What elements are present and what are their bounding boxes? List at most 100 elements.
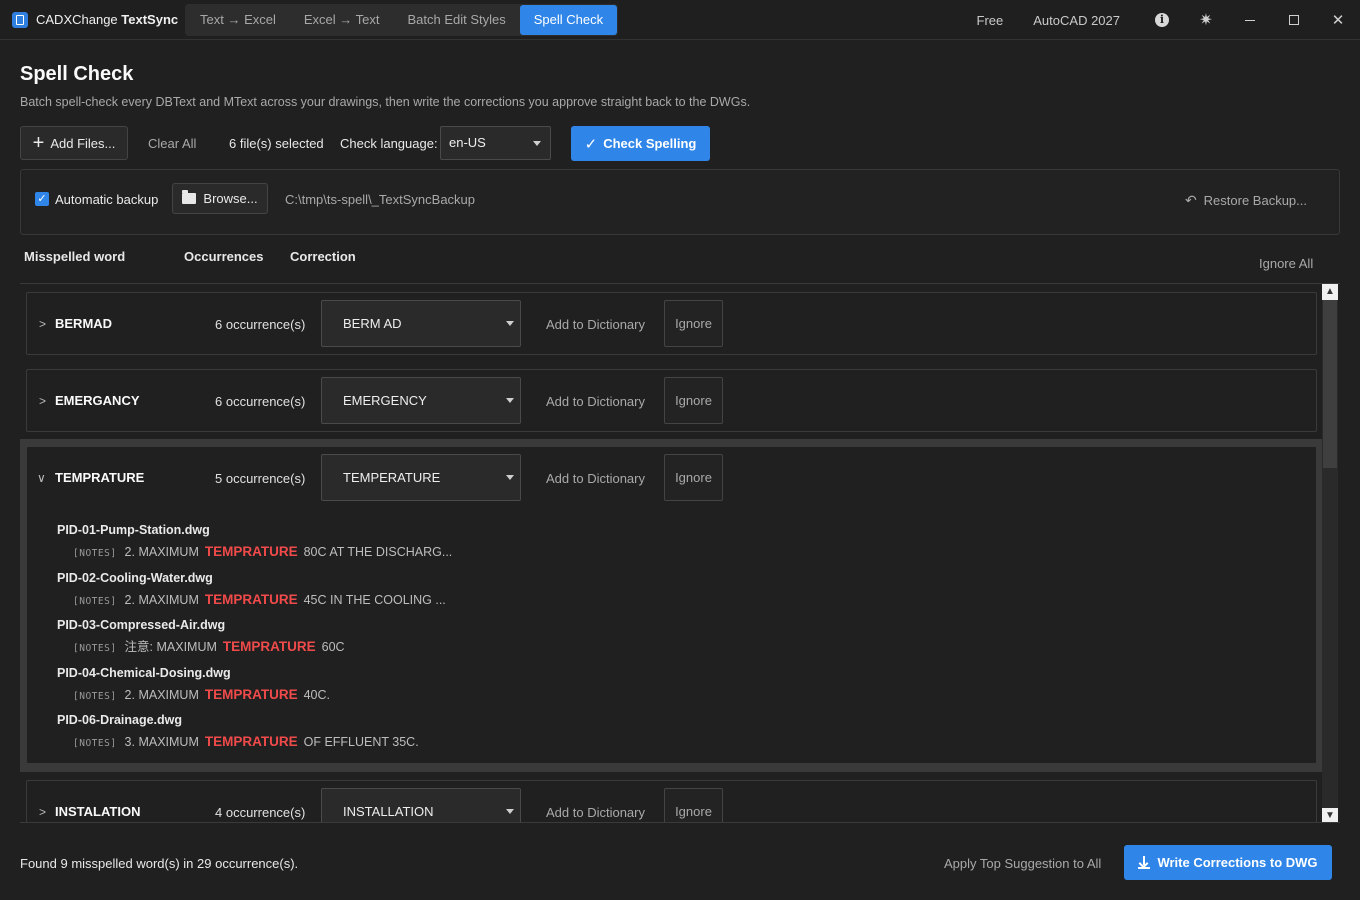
auto-backup-checkbox[interactable]: ✓ xyxy=(35,192,49,206)
chevron-down-icon[interactable]: ∨ xyxy=(37,471,46,485)
misspelling-highlight: TEMPRATURE xyxy=(204,686,298,702)
context-before: 3. MAXIMUM xyxy=(124,735,199,749)
context-after: OF EFFLUENT 35C. xyxy=(303,735,419,749)
page-title: Spell Check xyxy=(20,63,134,85)
column-header-word: Misspelled word xyxy=(24,249,126,264)
apply-top-suggestion-button[interactable]: Apply Top Suggestion to All xyxy=(944,856,1101,871)
scroll-up-arrow-icon[interactable]: ▲ xyxy=(1322,284,1338,300)
page-subtitle: Batch spell-check every DBText and MText… xyxy=(20,95,751,109)
ignore-button[interactable]: Ignore xyxy=(664,788,723,822)
autocad-version-label[interactable]: AutoCAD 2027 xyxy=(1033,13,1120,28)
maximize-icon xyxy=(1289,15,1299,25)
occurrence-item: PID-03-Compressed-Air.dwg [NOTES] 注意: MAX… xyxy=(57,615,957,663)
files-selected-count: 6 file(s) selected xyxy=(229,136,324,151)
word-row-bermad[interactable]: > BERMAD 6 occurrence(s) BERM AD Add to … xyxy=(26,292,1317,355)
tab-excel-to-text[interactable]: Excel → Text xyxy=(290,5,394,35)
occurrence-file: PID-04-Chemical-Dosing.dwg xyxy=(57,665,231,680)
misspelling-highlight: TEMPRATURE xyxy=(204,734,298,749)
misspelled-word: EMERGANCY xyxy=(55,393,140,408)
backup-path: C:\tmp\ts-spell\_TextSyncBackup xyxy=(285,192,476,207)
info-button[interactable]: i xyxy=(1140,0,1184,40)
clear-all-button[interactable]: Clear All xyxy=(148,136,196,151)
check-spelling-button[interactable]: ✓ Check Spelling xyxy=(571,126,710,161)
language-label: Check language: xyxy=(340,136,438,151)
chevron-down-icon xyxy=(506,475,514,480)
misspelled-word: BERMAD xyxy=(55,316,113,331)
ignore-button[interactable]: Ignore xyxy=(664,454,723,501)
context-after: 40C. xyxy=(303,687,331,702)
add-files-label: Add Files... xyxy=(50,135,116,151)
context-after: 45C IN THE COOLING ... xyxy=(303,592,446,607)
misspelled-word: INSTALATION xyxy=(55,804,141,819)
occurrence-context: [NOTES] 2. MAXIMUM TEMPRATURE 40C. xyxy=(57,684,957,705)
misspelled-word: TEMPRATURE xyxy=(55,470,145,485)
occurrence-context: [NOTES] 2. MAXIMUM TEMPRATURE 45C IN THE CO… xyxy=(57,589,957,610)
chevron-down-icon xyxy=(506,398,514,403)
app-name: CADXChange xyxy=(36,12,118,27)
chevron-right-icon[interactable]: > xyxy=(39,317,46,331)
restore-backup-button[interactable]: ↶ Restore Backup... xyxy=(1185,192,1307,209)
correction-select[interactable]: TEMPERATURE xyxy=(321,454,521,501)
correction-value: EMERGENCY xyxy=(343,393,427,408)
close-button[interactable]: ✕ xyxy=(1316,0,1360,40)
correction-select[interactable]: BERM AD xyxy=(321,300,521,347)
add-to-dictionary-button[interactable]: Add to Dictionary xyxy=(546,471,645,486)
language-select[interactable]: en-US xyxy=(440,126,551,160)
add-to-dictionary-button[interactable]: Add to Dictionary xyxy=(546,317,645,332)
word-row-emergancy[interactable]: > EMERGANCY 6 occurrence(s) EMERGENCY Ad… xyxy=(26,369,1317,432)
add-files-button[interactable]: + Add Files... xyxy=(20,126,128,160)
chevron-right-icon[interactable]: > xyxy=(39,805,46,819)
chevron-down-icon xyxy=(533,141,541,146)
correction-value: BERM AD xyxy=(343,316,402,331)
write-corrections-label: Write Corrections to DWG xyxy=(1157,855,1318,870)
layer-tag: [NOTES] xyxy=(73,548,117,559)
list-scrollbar[interactable]: ▲ ▼ xyxy=(1322,284,1338,822)
occurrence-context: [NOTES] 注意: MAXIMUM TEMPRATURE 60C xyxy=(57,636,957,657)
layer-tag: [NOTES] xyxy=(73,643,117,654)
scroll-down-arrow-icon[interactable]: ▼ xyxy=(1322,808,1338,822)
status-text: Found 9 misspelled word(s) in 29 occurre… xyxy=(20,856,299,871)
close-icon: ✕ xyxy=(1331,12,1345,29)
chevron-down-icon xyxy=(506,321,514,326)
occurrence-list: PID-01-Pump-Station.dwg [NOTES] 2. MAXIMU… xyxy=(57,520,957,758)
ignore-button[interactable]: Ignore xyxy=(664,300,723,347)
write-corrections-button[interactable]: Write Corrections to DWG xyxy=(1124,845,1332,880)
add-to-dictionary-button[interactable]: Add to Dictionary xyxy=(546,805,645,820)
maximize-button[interactable] xyxy=(1272,0,1316,40)
correction-select[interactable]: INSTALLATION xyxy=(321,788,521,822)
theme-button[interactable]: ✷ xyxy=(1184,0,1228,40)
occurrence-count: 6 occurrence(s) xyxy=(215,394,306,409)
occurrence-count: 5 occurrence(s) xyxy=(215,471,306,486)
plus-icon: + xyxy=(32,132,45,154)
layer-tag: [NOTES] xyxy=(73,595,117,607)
ignore-button[interactable]: Ignore xyxy=(664,377,723,424)
tab-batch-edit-styles[interactable]: Batch Edit Styles xyxy=(393,5,519,35)
undo-icon: ↶ xyxy=(1184,192,1197,208)
chevron-right-icon[interactable]: > xyxy=(39,394,46,408)
check-icon: ✓ xyxy=(584,135,598,153)
context-before: 2. MAXIMUM xyxy=(124,687,199,702)
tab-text-to-excel[interactable]: Text → Excel xyxy=(186,5,290,35)
browse-button[interactable]: Browse... xyxy=(172,183,268,214)
mode-tabs: Text → Excel Excel → Text Batch Edit Sty… xyxy=(185,4,619,36)
correction-select[interactable]: EMERGENCY xyxy=(321,377,521,424)
app-logo-icon xyxy=(12,12,28,28)
scroll-thumb[interactable] xyxy=(1323,300,1337,468)
auto-backup-label[interactable]: Automatic backup xyxy=(55,192,158,207)
browse-label: Browse... xyxy=(203,191,258,206)
misspelling-highlight: TEMPRATURE xyxy=(222,639,316,654)
tab-spell-check[interactable]: Spell Check xyxy=(519,5,618,35)
context-after: 80C AT THE DISCHARG... xyxy=(303,545,453,559)
check-spelling-label: Check Spelling xyxy=(603,136,697,151)
word-row-temprature[interactable]: ∨ TEMPRATURE 5 occurrence(s) TEMPERATURE… xyxy=(26,446,1317,764)
plan-label: Free xyxy=(976,12,1004,28)
minimize-button[interactable] xyxy=(1228,0,1272,40)
occurrence-count: 4 occurrence(s) xyxy=(215,805,306,820)
correction-value: TEMPERATURE xyxy=(343,470,441,485)
context-after: 60C xyxy=(321,640,345,654)
word-row-instalation[interactable]: > INSTALATION 4 occurrence(s) INSTALLATI… xyxy=(26,780,1317,822)
add-to-dictionary-button[interactable]: Add to Dictionary xyxy=(546,394,645,409)
misspelling-highlight: TEMPRATURE xyxy=(204,591,298,607)
ignore-all-button[interactable]: Ignore All xyxy=(1259,256,1313,271)
titlebar-right: Free AutoCAD 2027 i ✷ ✕ xyxy=(977,0,1360,40)
